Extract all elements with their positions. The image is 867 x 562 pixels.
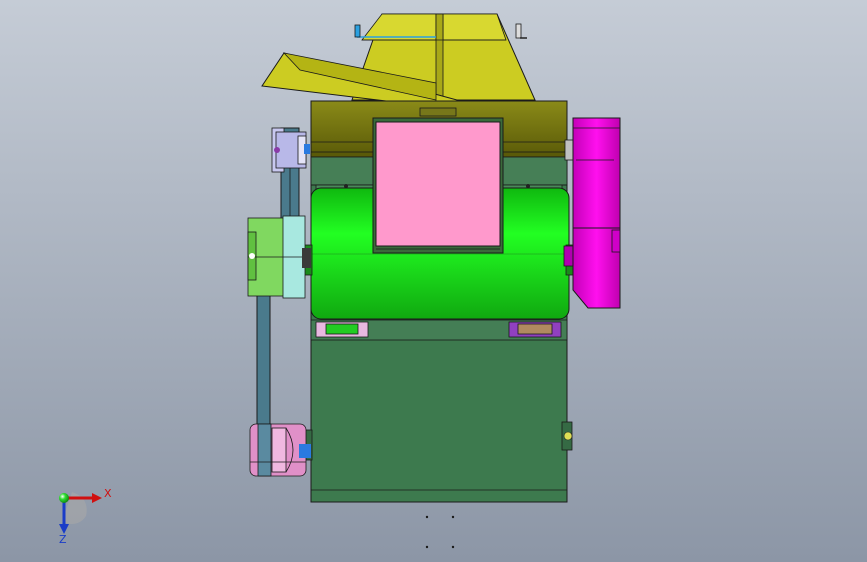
- drum-hinge-left: [315, 321, 369, 338]
- inspection-door[interactable]: [372, 117, 504, 254]
- pulley-middle[interactable]: [247, 215, 311, 299]
- drum-hinge-right: [508, 321, 562, 338]
- triad-x-label: X: [104, 487, 112, 500]
- triad-z-label: Z: [59, 533, 67, 546]
- cad-3d-viewport[interactable]: X Z: [0, 0, 867, 562]
- pulley-bottom[interactable]: [249, 423, 311, 477]
- triad-origin-sphere: [59, 493, 69, 503]
- pulley-top[interactable]: [271, 127, 310, 173]
